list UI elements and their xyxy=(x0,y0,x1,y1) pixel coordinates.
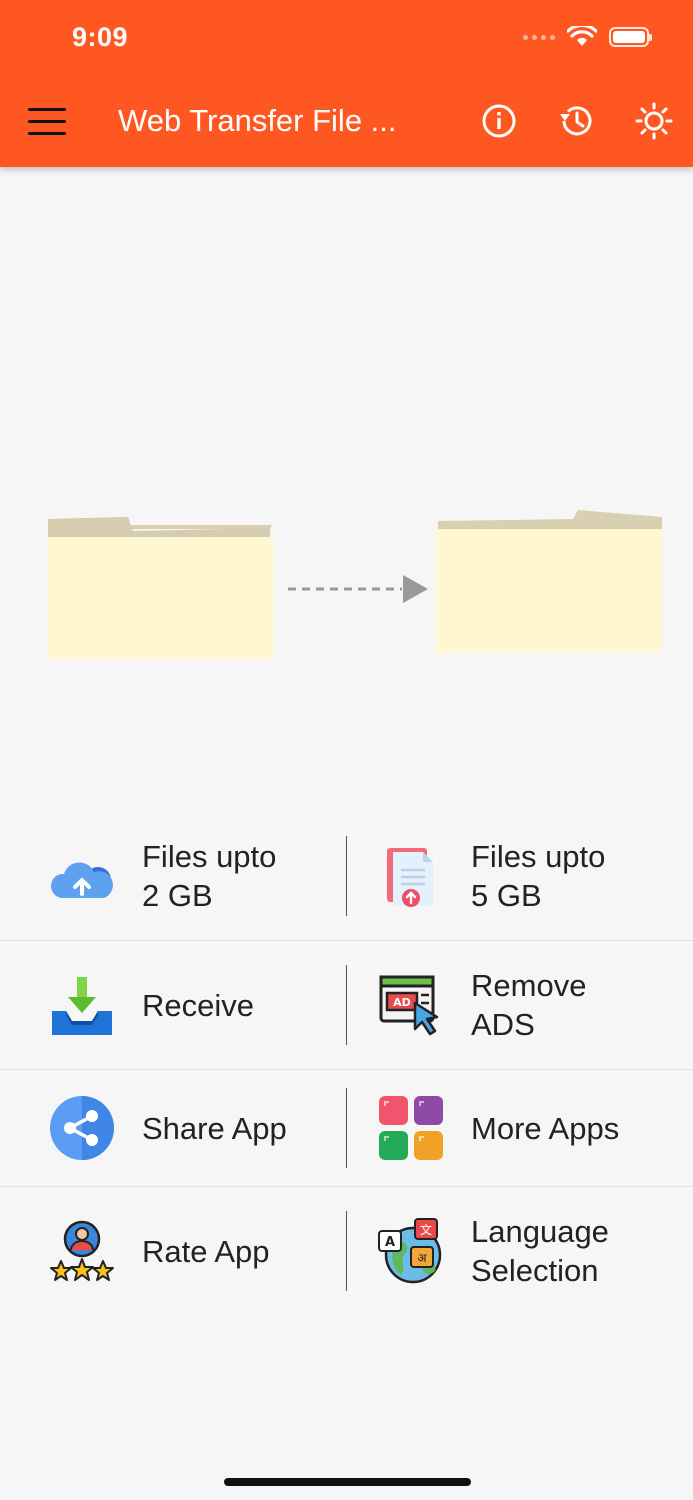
svg-text:A: A xyxy=(385,1235,395,1250)
destination-folder-icon xyxy=(436,510,662,653)
wifi-icon xyxy=(567,26,597,46)
label-line1: Receive xyxy=(142,987,254,1023)
files-5gb-item[interactable]: Files upto 5 GB xyxy=(347,812,693,940)
feature-row: Files upto 2 GB Files upto 5 GB xyxy=(0,812,693,941)
svg-text:AD: AD xyxy=(393,996,411,1009)
app-bar: 9:09 Web Transfer File ... xyxy=(0,0,693,167)
menu-button[interactable] xyxy=(28,104,68,140)
label-line1: More Apps xyxy=(471,1110,620,1146)
home-indicator[interactable] xyxy=(224,1478,471,1486)
language-globe-icon: A 文 अ xyxy=(378,1218,442,1284)
language-selection-label: Language Selection xyxy=(471,1212,609,1290)
transfer-illustration xyxy=(48,510,662,659)
label-line1: Language xyxy=(471,1214,609,1249)
source-folder-icon xyxy=(48,517,274,659)
share-app-label: Share App xyxy=(142,1109,287,1148)
label-line1: Files upto xyxy=(142,839,277,874)
file-upload-icon xyxy=(387,848,433,907)
rate-app-item[interactable]: Rate App xyxy=(0,1187,346,1315)
label-line2: 2 GB xyxy=(142,878,213,913)
status-icons xyxy=(523,26,652,48)
app-title: Web Transfer File ... xyxy=(118,103,397,138)
status-time: 9:09 xyxy=(72,22,129,52)
label-line1: Share App xyxy=(142,1110,287,1146)
receive-label: Receive xyxy=(142,986,254,1025)
label-line2: ADS xyxy=(471,1007,535,1042)
more-apps-label: More Apps xyxy=(471,1109,619,1148)
files-2gb-label: Files upto 2 GB xyxy=(142,837,276,915)
share-app-item[interactable]: Share App xyxy=(0,1070,346,1186)
more-apps-item[interactable]: More Apps xyxy=(347,1070,693,1186)
history-icon[interactable] xyxy=(557,102,595,140)
feature-row: Share App More Apps xyxy=(0,1070,693,1187)
info-icon[interactable] xyxy=(480,102,518,140)
svg-text:अ: अ xyxy=(417,1251,427,1265)
cellular-signal-icon xyxy=(523,34,555,40)
cloud-upload-icon xyxy=(50,862,113,898)
svg-text:文: 文 xyxy=(420,1222,432,1237)
battery-icon xyxy=(609,27,652,47)
apps-grid-icon xyxy=(379,1096,443,1160)
features-grid: Files upto 2 GB Files upto 5 GB Receive … xyxy=(0,812,693,1315)
rate-app-label: Rate App xyxy=(142,1232,270,1271)
label-line1: Files upto xyxy=(471,839,606,874)
files-5gb-label: Files upto 5 GB xyxy=(471,837,605,915)
download-tray-icon xyxy=(52,977,112,1035)
remove-ads-item[interactable]: AD Remove ADS xyxy=(347,941,693,1069)
feature-row: Rate App A 文 अ Language Selection xyxy=(0,1187,693,1315)
language-selection-item[interactable]: A 文 अ Language Selection xyxy=(347,1187,693,1315)
brightness-icon[interactable] xyxy=(635,102,673,140)
share-icon xyxy=(50,1096,114,1160)
rate-stars-icon xyxy=(50,1220,114,1281)
label-line2: 5 GB xyxy=(471,878,542,913)
label-line1: Remove xyxy=(471,968,587,1003)
ad-block-icon: AD xyxy=(379,975,439,1036)
receive-item[interactable]: Receive xyxy=(0,941,346,1069)
label-line1: Rate App xyxy=(142,1233,270,1269)
files-2gb-item[interactable]: Files upto 2 GB xyxy=(0,812,346,940)
remove-ads-label: Remove ADS xyxy=(471,966,586,1044)
label-line2: Selection xyxy=(471,1253,599,1288)
feature-row: Receive AD Remove ADS xyxy=(0,941,693,1070)
transfer-arrow-icon xyxy=(288,575,428,603)
